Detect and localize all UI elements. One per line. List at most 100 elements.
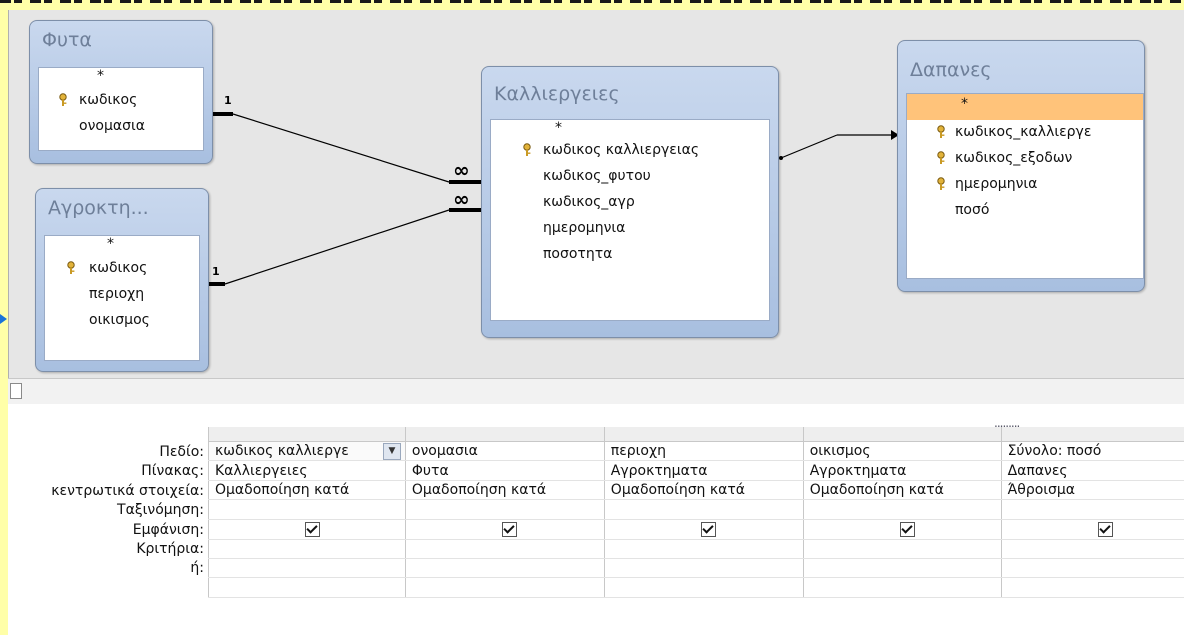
key-icon <box>523 143 531 156</box>
field[interactable]: κωδικος_φυτου <box>491 164 769 190</box>
table-dapanes[interactable]: Δαπανες * κωδικος_καλλιεργε κωδικος_εξοδ… <box>897 40 1145 292</box>
field-cell[interactable]: Σύνολο: ποσό <box>1000 441 1184 462</box>
table-cell[interactable]: Καλλιεργειες <box>208 460 406 481</box>
field-all[interactable]: * <box>491 120 769 138</box>
field[interactable]: οικισμος <box>45 308 199 334</box>
or-cell[interactable] <box>208 558 406 579</box>
field[interactable]: περιοχη <box>45 282 199 308</box>
blank-cell[interactable] <box>208 577 406 598</box>
blank-cell[interactable] <box>1000 577 1184 598</box>
sort-cell[interactable] <box>1000 499 1184 520</box>
column-selector[interactable] <box>802 427 1002 442</box>
field-cell[interactable]: περιοχη <box>603 441 804 462</box>
key-icon <box>937 151 945 164</box>
show-checkbox[interactable] <box>305 521 320 537</box>
blank-cell[interactable] <box>404 577 605 598</box>
one-label-futa: 1 <box>224 94 232 107</box>
table-title: Φυτα <box>42 29 92 51</box>
sort-cell[interactable] <box>603 499 804 520</box>
table-kalliergeies[interactable]: Καλλιεργειες * κωδικος καλλιεργειας κωδι… <box>481 66 779 338</box>
total-cell[interactable]: Ομαδοποίηση κατά <box>208 480 406 501</box>
sort-cell[interactable] <box>802 499 1002 520</box>
or-cell[interactable] <box>603 558 804 579</box>
total-cell[interactable]: Άθροισμα <box>1000 480 1184 501</box>
many-label-2: ∞ <box>453 187 470 211</box>
field-primary-key[interactable]: κωδικος_εξοδων <box>907 146 1143 172</box>
show-cell <box>802 519 1002 540</box>
show-cell <box>208 519 406 540</box>
column-selector[interactable] <box>404 427 605 442</box>
sort-row <box>208 499 1184 520</box>
criteria-cell[interactable] <box>208 539 406 559</box>
field-primary-key[interactable]: ημερομηνια <box>907 172 1143 198</box>
query-design-area[interactable]: 1 1 ∞ ∞ Φυτα * κωδικος ονομασια Αγροκτη.… <box>8 10 1184 378</box>
field[interactable]: κωδικος_αγρ <box>491 190 769 216</box>
key-icon <box>67 261 75 274</box>
row-label-criteria: Κριτήρια: <box>136 540 204 557</box>
column-selector[interactable] <box>603 427 804 442</box>
table-cell[interactable]: Αγροκτηματα <box>802 460 1002 481</box>
criteria-cell[interactable] <box>404 539 605 559</box>
blank-cell[interactable] <box>603 577 804 598</box>
field-list[interactable]: * κωδικος ονομασια <box>38 67 204 151</box>
column-selectors[interactable] <box>208 427 1184 442</box>
table-cell[interactable]: Αγροκτηματα <box>603 460 804 481</box>
total-cell[interactable]: Ομαδοποίηση κατά <box>603 480 804 501</box>
show-checkbox[interactable] <box>1097 521 1113 537</box>
relation-line <box>232 113 450 183</box>
total-cell[interactable]: Ομαδοποίηση κατά <box>802 480 1002 501</box>
blank-cell[interactable] <box>802 577 1002 598</box>
or-cell[interactable] <box>802 558 1002 579</box>
table-row: Καλλιεργειες Φυτα Αγροκτηματα Αγροκτηματ… <box>208 460 1184 481</box>
row-label-sort: Ταξινόμηση: <box>117 502 204 519</box>
column-selector[interactable] <box>208 427 406 442</box>
row-label-field: Πεδίο: <box>159 444 204 460</box>
key-icon <box>59 93 67 106</box>
scroll-handle-icon[interactable] <box>10 383 22 399</box>
column-selector[interactable] <box>1000 427 1184 442</box>
key-icon <box>937 125 945 138</box>
field-cell[interactable]: ονομασια <box>404 441 605 462</box>
table-agroktimata[interactable]: Αγροκτη... * κωδικος περιοχη οικισμος <box>35 188 209 372</box>
chevron-down-icon[interactable]: ▼ <box>382 443 401 460</box>
field-all[interactable]: * <box>45 236 199 256</box>
table-cell[interactable]: Δαπανες <box>1000 460 1184 481</box>
field[interactable]: ποσό <box>907 198 1143 224</box>
field-cell[interactable]: οικισμος <box>802 441 1002 462</box>
many-label-1: ∞ <box>453 158 470 182</box>
sort-cell[interactable] <box>404 499 605 520</box>
field-list[interactable]: * κωδικος περιοχη οικισμος <box>44 235 200 361</box>
field-primary-key[interactable]: κωδικος καλλιεργειας <box>491 138 769 164</box>
criteria-cell[interactable] <box>1000 539 1184 559</box>
criteria-cell[interactable] <box>802 539 1002 559</box>
criteria-cell[interactable] <box>603 539 804 559</box>
field[interactable]: ημερομηνια <box>491 216 769 242</box>
field-cell[interactable]: κωδικος καλλιεργε ▼ <box>208 441 406 462</box>
query-design-grid[interactable]: ......... Πεδίο: Πίνακας: κεντρωτικά στο… <box>8 404 1184 635</box>
chevron-right-icon[interactable] <box>0 312 8 326</box>
total-cell[interactable]: Ομαδοποίηση κατά <box>404 480 605 501</box>
field-list[interactable]: * κωδικος καλλιεργειας κωδικος_φυτου κωδ… <box>490 119 770 321</box>
or-cell[interactable] <box>404 558 605 579</box>
field-primary-key[interactable]: κωδικος <box>45 256 199 282</box>
table-cell[interactable]: Φυτα <box>404 460 605 481</box>
field[interactable]: ονομασια <box>39 114 203 140</box>
table-futa[interactable]: Φυτα * κωδικος ονομασια <box>29 20 213 164</box>
relation-line <box>780 134 838 159</box>
query-grid-table[interactable]: κωδικος καλλιεργε ▼ ονομασια περιοχη οικι… <box>208 427 1184 598</box>
sort-cell[interactable] <box>208 499 406 520</box>
field-all-selected[interactable]: * <box>907 94 1143 120</box>
pane-splitter[interactable] <box>8 378 1184 406</box>
show-checkbox[interactable] <box>899 521 915 537</box>
show-checkbox[interactable] <box>700 521 716 537</box>
field-primary-key[interactable]: κωδικος_καλλιεργε <box>907 120 1143 146</box>
field[interactable]: ποσοτητα <box>491 242 769 268</box>
or-cell[interactable] <box>1000 558 1184 579</box>
field-primary-key[interactable]: κωδικος <box>39 88 203 114</box>
show-checkbox[interactable] <box>501 521 517 537</box>
field-list[interactable]: * κωδικος_καλλιεργε κωδικος_εξοδων ημερο… <box>906 93 1144 279</box>
field-all[interactable]: * <box>39 68 203 88</box>
row-label-show: Εμφάνιση: <box>132 521 204 538</box>
field-row: κωδικος καλλιεργε ▼ ονομασια περιοχη οικι… <box>208 441 1184 462</box>
or-row <box>208 558 1184 579</box>
